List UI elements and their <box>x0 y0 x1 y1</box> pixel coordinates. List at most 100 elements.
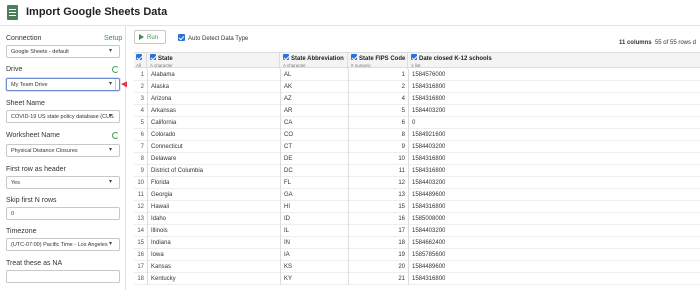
settings-sidebar: Connection Setup Google Sheets - default… <box>0 26 126 290</box>
table-row: 17 Kansas KS 20 1584489600 <box>134 261 700 273</box>
timezone-select[interactable]: (UTC-07:00) Pacific Time - Los Angeles ▾ <box>6 238 120 251</box>
run-button-label: Run <box>147 35 159 41</box>
checkbox-checked-icon[interactable] <box>178 34 185 41</box>
worksheet-refresh-icon[interactable] <box>112 132 119 139</box>
table-row: 15 Indiana IN 18 1584662400 <box>134 237 700 249</box>
cell-state-abbreviation: AZ <box>280 93 348 105</box>
cell-state-fips-code: 1 <box>348 69 408 81</box>
rows-count: 55 of 55 rows d <box>654 40 696 46</box>
cell-state-abbreviation: DC <box>280 165 348 177</box>
cell-date-closed: 1585785600 <box>408 249 700 261</box>
row-index: 18 <box>137 276 144 282</box>
cell-date-closed: 1584576000 <box>408 69 700 81</box>
table-row: 6 Colorado CO 8 1584921600 <box>134 129 700 141</box>
connection-label: Connection <box>6 35 42 42</box>
select-all-column[interactable]: All <box>134 53 147 69</box>
table-row: 2 Alaska AK 2 1584316800 <box>134 81 700 93</box>
column-header-state-abbreviation[interactable]: State Abbreviation A character <box>280 53 348 69</box>
table-row: 13 Idaho ID 16 1585008000 <box>134 213 700 225</box>
cell-state: Georgia <box>147 189 280 201</box>
column-name: Date closed K-12 schools <box>419 56 492 62</box>
cell-state-abbreviation: CA <box>280 117 348 129</box>
table-row: 5 California CA 6 0 <box>134 117 700 129</box>
window-title: Import Google Sheets Data <box>26 6 168 18</box>
auto-detect-checkbox[interactable]: Auto Detect Data Type <box>178 34 248 42</box>
cell-date-closed: 1584316800 <box>408 81 700 93</box>
run-button[interactable]: Run <box>134 30 166 44</box>
preview-panel: Run Auto Detect Data Type 11 columns 55 … <box>127 26 700 290</box>
connection-select[interactable]: Google Sheets - default ▾ <box>6 45 120 58</box>
cell-state-fips-code: 19 <box>348 249 408 261</box>
row-index: 6 <box>140 132 144 138</box>
column-type: list <box>414 63 421 68</box>
google-sheets-icon <box>7 5 18 20</box>
worksheet-name-select[interactable]: Physical Distance Closures ▾ <box>6 144 120 157</box>
table-row: 14 Illinois IL 17 1584403200 <box>134 225 700 237</box>
table-row: 16 Iowa IA 19 1585785600 <box>134 249 700 261</box>
cell-state-abbreviation: AK <box>280 81 348 93</box>
select-all-checkbox[interactable] <box>136 54 142 60</box>
timezone-label: Timezone <box>6 228 37 235</box>
cell-state: Florida <box>147 177 280 189</box>
table-row: 11 Georgia GA 13 1584489600 <box>134 189 700 201</box>
column-header-state[interactable]: State A character <box>147 53 280 69</box>
column-header-date-closed-k12[interactable]: Date closed K-12 schools ≡ list <box>408 53 700 69</box>
cell-date-closed: 1584921600 <box>408 129 700 141</box>
cell-state: Kentucky <box>147 273 280 285</box>
row-index: 17 <box>137 264 144 270</box>
row-index: 12 <box>137 204 144 210</box>
cell-date-closed: 1584316800 <box>408 165 700 177</box>
cell-state-fips-code: 15 <box>348 201 408 213</box>
cell-date-closed: 0 <box>408 117 700 129</box>
treat-na-input[interactable] <box>6 270 120 283</box>
setup-link[interactable]: Setup <box>104 35 122 42</box>
row-index: 2 <box>140 84 144 90</box>
table-row: 10 Florida FL 12 1584403200 <box>134 177 700 189</box>
row-index: 13 <box>137 216 144 222</box>
drive-select[interactable]: My Team Drive ▾ <box>6 78 120 91</box>
first-row-header-select-value: Yes <box>11 180 20 186</box>
column-name: State FIPS Code <box>359 56 406 62</box>
cell-state-abbreviation: ID <box>280 213 348 225</box>
cell-state-abbreviation: CT <box>280 141 348 153</box>
chevron-down-icon: ▾ <box>109 113 113 119</box>
table-row: 9 District of Columbia DC 11 1584316800 <box>134 165 700 177</box>
table-row: 8 Delaware DE 10 1584316800 <box>134 153 700 165</box>
cell-state-abbreviation: FL <box>280 177 348 189</box>
sheet-name-label: Sheet Name <box>6 100 45 107</box>
cell-state: Arizona <box>147 93 280 105</box>
worksheet-name-label: Worksheet Name <box>6 132 60 139</box>
connection-select-value: Google Sheets - default <box>11 49 69 55</box>
cell-state: Hawaii <box>147 201 280 213</box>
column-header-state-fips-code[interactable]: State FIPS Code # numeric <box>348 53 408 69</box>
cell-state-fips-code: 20 <box>348 261 408 273</box>
title-bar: Import Google Sheets Data <box>0 0 700 26</box>
columns-count: 11 columns <box>618 40 652 46</box>
row-index: 14 <box>137 228 144 234</box>
skip-rows-input[interactable]: 0 <box>6 207 120 220</box>
cell-date-closed: 1584489600 <box>408 189 700 201</box>
row-index: 16 <box>137 252 144 258</box>
column-checkbox[interactable] <box>283 54 289 60</box>
cell-date-closed: 1584316800 <box>408 93 700 105</box>
column-name: State <box>158 56 173 62</box>
skip-rows-input-value: 0 <box>11 211 15 217</box>
cell-state-fips-code: 9 <box>348 141 408 153</box>
table-row: 4 Arkansas AR 5 1584403200 <box>134 105 700 117</box>
cell-state: Alabama <box>147 69 280 81</box>
sheet-name-select[interactable]: COVID-19 US state policy database (CUS ▾ <box>6 110 120 123</box>
row-index: 7 <box>140 144 144 150</box>
first-row-header-select[interactable]: Yes ▾ <box>6 176 120 189</box>
cell-date-closed: 1584316800 <box>408 153 700 165</box>
row-index: 10 <box>137 180 144 186</box>
row-index: 1 <box>140 72 144 78</box>
column-checkbox[interactable] <box>351 54 357 60</box>
cell-state-fips-code: 21 <box>348 273 408 285</box>
column-checkbox[interactable] <box>411 54 417 60</box>
sheet-name-select-value: COVID-19 US state policy database (CUS <box>11 114 114 120</box>
cell-state: Iowa <box>147 249 280 261</box>
drive-refresh-icon[interactable] <box>112 66 119 73</box>
column-checkbox[interactable] <box>150 54 156 60</box>
cell-state-abbreviation: IL <box>280 225 348 237</box>
column-type: numeric <box>354 63 371 68</box>
